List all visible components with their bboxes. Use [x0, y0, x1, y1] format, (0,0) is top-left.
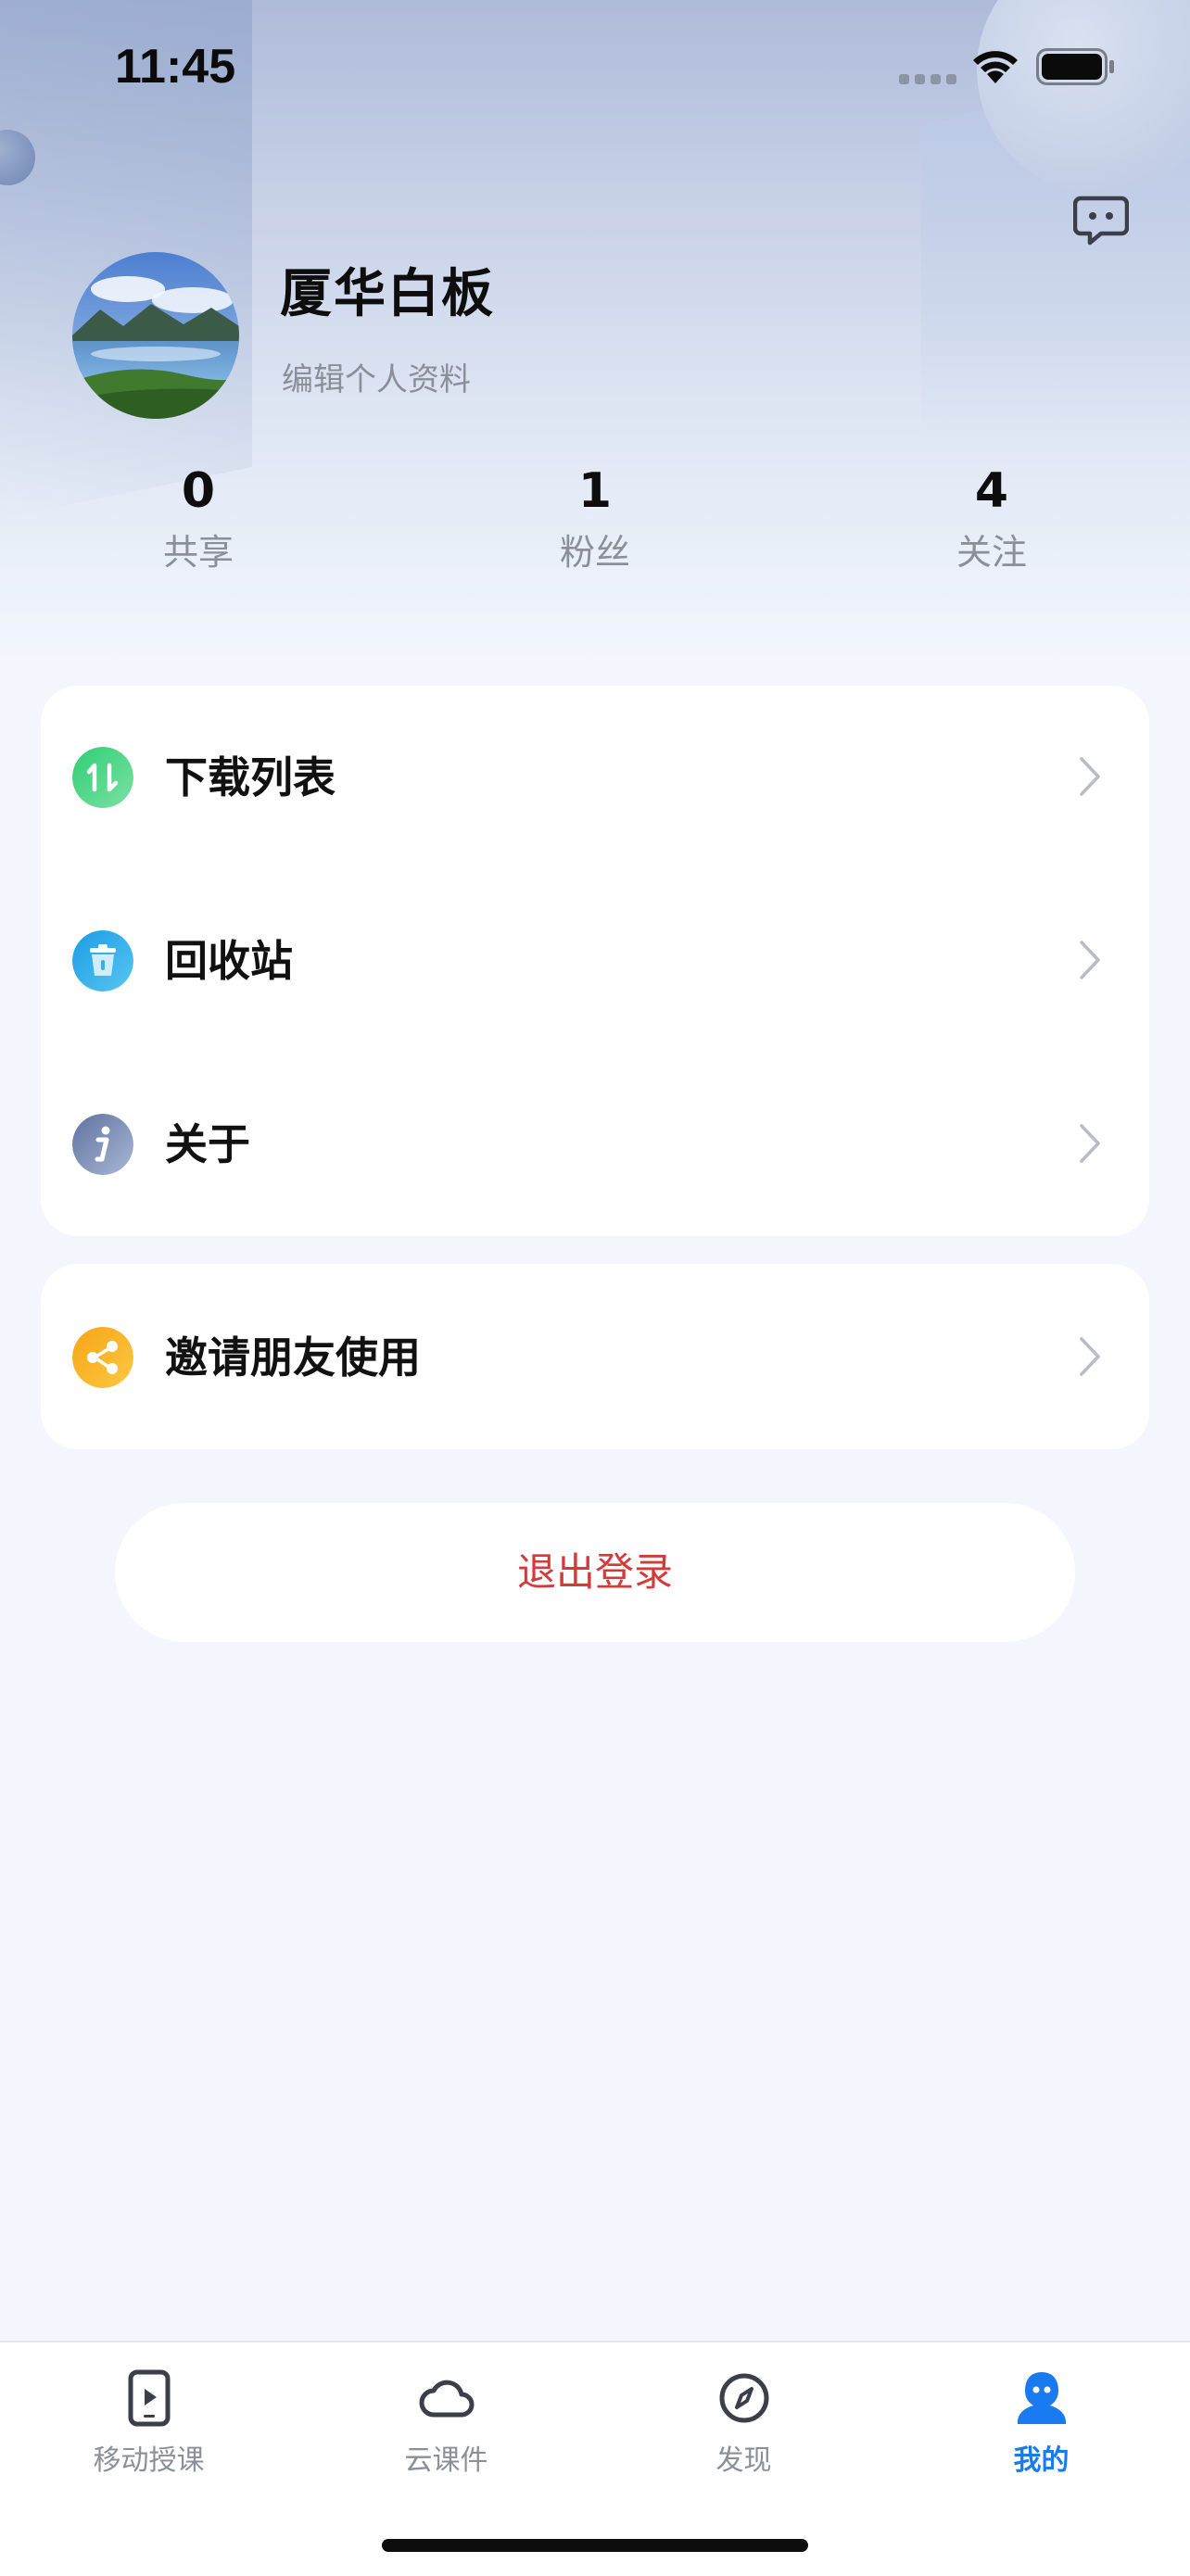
chevron-right-icon — [1080, 1337, 1100, 1376]
tab-label: 我的 — [1013, 2444, 1070, 2477]
stat-following[interactable]: 4 关注 — [880, 459, 1103, 575]
stat-shares[interactable]: 0 共享 — [87, 459, 310, 575]
menu-card: 下载列表 回收站 关于 — [41, 686, 1149, 1236]
cellular-signal-icon — [899, 74, 956, 84]
share-icon — [72, 1327, 133, 1388]
play-tablet-icon — [128, 2369, 170, 2427]
message-icon[interactable] — [1073, 193, 1129, 248]
home-indicator — [382, 2539, 808, 2552]
menu-item-about[interactable]: 关于 — [41, 1053, 1149, 1236]
tab-mobile-teaching[interactable]: 移动授课 — [0, 2368, 298, 2478]
tab-label: 发现 — [715, 2444, 772, 2477]
trash-icon — [72, 930, 133, 991]
stat-label: 关注 — [956, 532, 1027, 573]
status-bar: 11:45 — [0, 0, 1190, 139]
stat-value: 1 — [577, 463, 613, 519]
tab-discover[interactable]: 发现 — [595, 2368, 892, 2478]
menu-item-label: 回收站 — [165, 936, 293, 986]
profile-name: 厦华白板 — [280, 264, 495, 324]
tab-label: 移动授课 — [93, 2444, 205, 2477]
logout-button[interactable]: 退出登录 — [115, 1503, 1075, 1642]
download-list-icon — [72, 747, 133, 808]
stat-value: 0 — [181, 463, 216, 519]
stat-followers[interactable]: 1 粉丝 — [484, 459, 706, 575]
menu-item-invite-friends[interactable]: 邀请朋友使用 — [41, 1266, 1149, 1449]
edit-profile-link[interactable]: 编辑个人资料 — [282, 354, 471, 399]
profile-stats: 0 共享 1 粉丝 4 关注 — [0, 459, 1190, 588]
tab-mine[interactable]: 我的 — [892, 2368, 1190, 2478]
menu-item-recycle-bin[interactable]: 回收站 — [41, 869, 1149, 1053]
menu-item-download-list[interactable]: 下载列表 — [41, 686, 1149, 869]
status-time: 11:45 — [115, 40, 236, 94]
chevron-right-icon — [1080, 1124, 1100, 1163]
stat-label: 粉丝 — [559, 532, 630, 573]
stat-value: 4 — [974, 463, 1009, 519]
invite-card: 邀请朋友使用 — [41, 1264, 1149, 1449]
stat-label: 共享 — [162, 532, 234, 573]
menu-item-label: 关于 — [165, 1119, 250, 1169]
wifi-icon — [973, 51, 1018, 83]
person-icon — [1017, 2372, 1066, 2424]
compass-icon — [719, 2373, 768, 2423]
tab-label: 云课件 — [404, 2444, 488, 2477]
chevron-right-icon — [1080, 941, 1100, 979]
menu-item-label: 下载列表 — [165, 752, 335, 802]
chevron-right-icon — [1080, 757, 1100, 796]
tab-cloud-courseware[interactable]: 云课件 — [298, 2368, 595, 2478]
cloud-icon — [419, 2380, 474, 2418]
info-icon — [72, 1114, 133, 1175]
menu-item-label: 邀请朋友使用 — [165, 1332, 421, 1383]
battery-icon — [1036, 48, 1114, 85]
avatar[interactable] — [72, 252, 239, 419]
